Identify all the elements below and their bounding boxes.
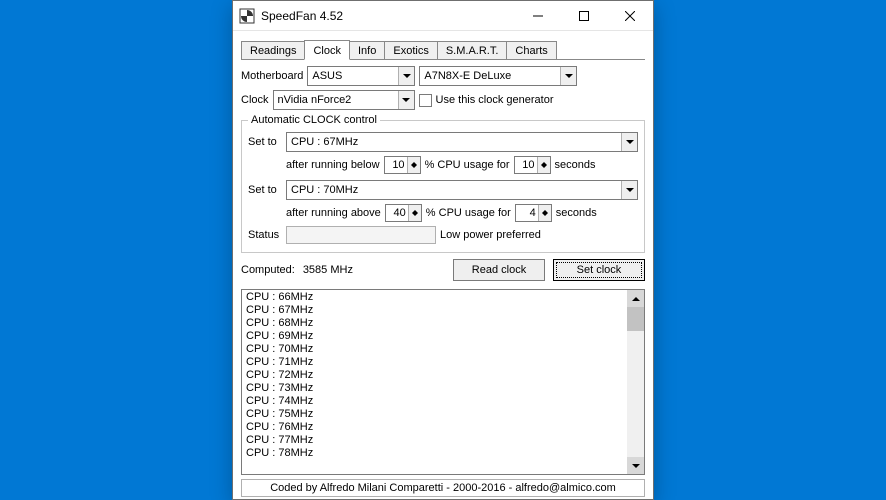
high-pct-spinner[interactable]: [385, 204, 422, 222]
computed-label: Computed:: [241, 264, 295, 276]
chevron-down-icon: [398, 91, 414, 109]
list-item[interactable]: CPU : 67MHz: [246, 304, 623, 317]
tab-bar: Readings Clock Info Exotics S.M.A.R.T. C…: [241, 37, 645, 59]
clock-chip-select[interactable]: nVidia nForce2: [273, 90, 415, 110]
list-item[interactable]: CPU : 69MHz: [246, 330, 623, 343]
close-button[interactable]: [607, 1, 653, 31]
spin-up-icon[interactable]: [539, 205, 551, 213]
tab-info[interactable]: Info: [349, 41, 385, 59]
read-clock-button[interactable]: Read clock: [453, 259, 545, 281]
clock-label: Clock: [241, 94, 269, 106]
low-pct-spinner[interactable]: [384, 156, 421, 174]
tab-clock[interactable]: Clock: [304, 40, 350, 60]
pct-usage-label: % CPU usage for: [425, 159, 510, 171]
list-item[interactable]: CPU : 70MHz: [246, 343, 623, 356]
auto-clock-control-group: Automatic CLOCK control Set to CPU : 67M…: [241, 114, 645, 253]
chevron-down-icon: [621, 181, 637, 199]
set-to-label: Set to: [248, 136, 282, 148]
low-freq-select[interactable]: CPU : 67MHz: [286, 132, 638, 152]
window-title: SpeedFan 4.52: [261, 9, 515, 23]
use-clock-generator-checkbox[interactable]: Use this clock generator: [419, 94, 554, 107]
motherboard-vendor-select[interactable]: ASUS: [307, 66, 415, 86]
maximize-button[interactable]: [561, 1, 607, 31]
chevron-down-icon: [560, 67, 576, 85]
high-freq-select[interactable]: CPU : 70MHz: [286, 180, 638, 200]
low-secs-spinner[interactable]: [514, 156, 551, 174]
group-legend: Automatic CLOCK control: [248, 114, 380, 126]
mode-text: Low power preferred: [440, 229, 541, 241]
app-window: SpeedFan 4.52 Readings Clock Info Exotic…: [232, 0, 654, 500]
tab-charts[interactable]: Charts: [506, 41, 556, 59]
minimize-button[interactable]: [515, 1, 561, 31]
app-icon: [239, 8, 255, 24]
high-secs-spinner[interactable]: [515, 204, 552, 222]
list-item[interactable]: CPU : 66MHz: [246, 291, 623, 304]
scrollbar[interactable]: [627, 290, 644, 474]
list-item[interactable]: CPU : 73MHz: [246, 382, 623, 395]
list-item[interactable]: CPU : 78MHz: [246, 447, 623, 460]
scroll-thumb[interactable]: [627, 307, 644, 331]
spin-down-icon[interactable]: [408, 165, 420, 173]
motherboard-model-select[interactable]: A7N8X-E DeLuxe: [419, 66, 577, 86]
seconds-label: seconds: [556, 207, 597, 219]
list-item[interactable]: CPU : 72MHz: [246, 369, 623, 382]
seconds-label: seconds: [555, 159, 596, 171]
status-box: [286, 226, 436, 244]
after-running-below-label: after running below: [286, 159, 380, 171]
spin-down-icon[interactable]: [538, 165, 550, 173]
scroll-down-button[interactable]: [627, 457, 644, 474]
chevron-down-icon: [398, 67, 414, 85]
tab-panel-clock: Motherboard ASUS A7N8X-E DeLuxe Clock nV…: [241, 59, 645, 289]
list-item[interactable]: CPU : 76MHz: [246, 421, 623, 434]
spin-up-icon[interactable]: [409, 205, 421, 213]
list-item[interactable]: CPU : 77MHz: [246, 434, 623, 447]
set-clock-button[interactable]: Set clock: [553, 259, 645, 281]
spin-down-icon[interactable]: [539, 213, 551, 221]
tab-readings[interactable]: Readings: [241, 41, 305, 59]
list-item[interactable]: CPU : 74MHz: [246, 395, 623, 408]
motherboard-label: Motherboard: [241, 70, 303, 82]
list-item[interactable]: CPU : 75MHz: [246, 408, 623, 421]
tab-smart[interactable]: S.M.A.R.T.: [437, 41, 508, 59]
list-item[interactable]: CPU : 71MHz: [246, 356, 623, 369]
spin-down-icon[interactable]: [409, 213, 421, 221]
frequency-listbox[interactable]: CPU : 66MHzCPU : 67MHzCPU : 68MHzCPU : 6…: [241, 289, 645, 475]
set-to-label: Set to: [248, 184, 282, 196]
status-label: Status: [248, 229, 282, 241]
spin-up-icon[interactable]: [538, 157, 550, 165]
tab-exotics[interactable]: Exotics: [384, 41, 437, 59]
list-item[interactable]: CPU : 68MHz: [246, 317, 623, 330]
checkbox-box: [419, 94, 432, 107]
scroll-up-button[interactable]: [627, 290, 644, 307]
spin-up-icon[interactable]: [408, 157, 420, 165]
pct-usage-label: % CPU usage for: [426, 207, 511, 219]
footer-text: Coded by Alfredo Milani Comparetti - 200…: [241, 479, 645, 497]
chevron-down-icon: [621, 133, 637, 151]
computed-value: 3585 MHz: [303, 264, 353, 276]
after-running-above-label: after running above: [286, 207, 381, 219]
titlebar[interactable]: SpeedFan 4.52: [233, 1, 653, 31]
